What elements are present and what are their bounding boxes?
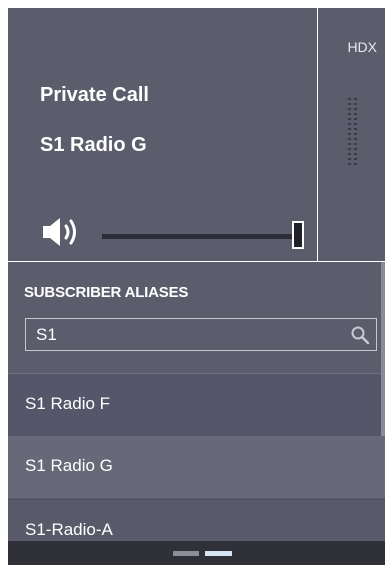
search-box[interactable] <box>25 318 377 351</box>
volume-slider[interactable] <box>102 221 308 249</box>
section-header: SUBSCRIBER ALIASES <box>24 284 189 301</box>
page-indicator <box>8 541 385 565</box>
search-input[interactable] <box>26 319 346 350</box>
scrollbar[interactable] <box>381 262 385 440</box>
speaker-icon[interactable] <box>41 215 81 249</box>
volume-track <box>102 234 292 239</box>
page-dot-2-active[interactable] <box>205 551 232 556</box>
alias-label: S1 Radio F <box>25 394 111 413</box>
hdx-panel: HDX <box>318 8 385 261</box>
app-frame: Private Call S1 Radio G HDX SUBSCRIBER A… <box>0 0 385 565</box>
hdx-label: HDX <box>347 39 377 55</box>
subscriber-aliases-panel: SUBSCRIBER ALIASES S1 Radio F S1 Radio G… <box>8 262 385 565</box>
grip-icon[interactable] <box>346 96 360 170</box>
call-type-label: Private Call <box>40 84 149 106</box>
alias-row-s1-radio-g[interactable]: S1 Radio G <box>8 436 385 498</box>
call-target-label: S1 Radio G <box>40 134 147 156</box>
volume-handle[interactable] <box>292 221 304 249</box>
alias-label: S1 Radio G <box>25 456 113 475</box>
call-panel: Private Call S1 Radio G <box>8 8 317 261</box>
search-icon[interactable] <box>350 325 370 345</box>
alias-row-s1-radio-f[interactable]: S1 Radio F <box>8 373 381 436</box>
page-dot-1[interactable] <box>173 551 199 556</box>
alias-label: S1-Radio-A <box>25 520 113 539</box>
